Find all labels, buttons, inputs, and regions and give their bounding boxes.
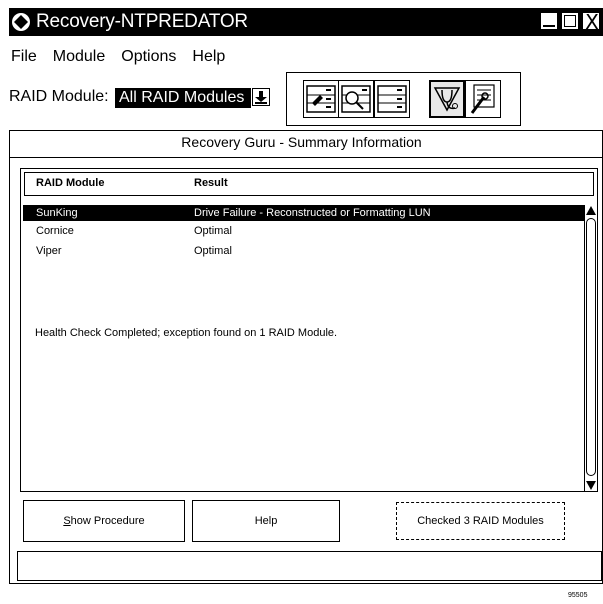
row-result: Drive Failure - Reconstructed or Formatt… bbox=[194, 207, 431, 219]
title-divider bbox=[9, 157, 603, 158]
menu-bar: File Module Options Help bbox=[9, 48, 227, 70]
checked-modules-button[interactable]: Checked 3 RAID Modules bbox=[396, 502, 565, 540]
column-header-raid-module: RAID Module bbox=[36, 177, 105, 189]
menu-module[interactable]: Module bbox=[51, 48, 107, 70]
summary-list: SunKing Drive Failure - Reconstructed or… bbox=[23, 205, 584, 489]
close-icon: X bbox=[585, 10, 599, 34]
table-row[interactable]: Cornice Optimal bbox=[23, 223, 584, 239]
raid-module-dropdown-button[interactable] bbox=[252, 88, 270, 106]
chevron-down-icon bbox=[255, 91, 267, 104]
status-bar bbox=[17, 551, 602, 581]
help-button[interactable]: Help bbox=[192, 500, 340, 542]
maintenance-icon bbox=[470, 84, 495, 114]
page-title: Recovery Guru - Summary Information bbox=[181, 134, 422, 150]
close-button[interactable]: X bbox=[582, 10, 600, 34]
recovery-icon bbox=[377, 85, 407, 113]
recovery-guru-button[interactable] bbox=[429, 80, 465, 118]
maintenance-button[interactable] bbox=[465, 80, 501, 118]
status-icon bbox=[341, 85, 371, 113]
column-header-result: Result bbox=[194, 177, 228, 189]
show-procedure-label: how Procedure bbox=[70, 515, 145, 527]
table-row[interactable]: SunKing Drive Failure - Reconstructed or… bbox=[23, 205, 584, 221]
show-procedure-mnemonic: S bbox=[63, 515, 71, 527]
row-module: Cornice bbox=[36, 225, 74, 237]
menu-help[interactable]: Help bbox=[190, 48, 227, 70]
raid-module-label: RAID Module: bbox=[9, 88, 109, 105]
window-title: Recovery-NTPREDATOR bbox=[36, 11, 248, 32]
row-result: Optimal bbox=[194, 225, 232, 237]
vertical-scrollbar[interactable] bbox=[584, 205, 597, 491]
scrollbar-track[interactable] bbox=[586, 218, 596, 476]
application-toolbar bbox=[286, 72, 521, 126]
row-module: Viper bbox=[36, 245, 62, 257]
maximize-button[interactable] bbox=[561, 12, 579, 30]
figure-id: 95505 bbox=[568, 592, 588, 599]
minimize-button[interactable] bbox=[540, 12, 558, 30]
scroll-up-icon[interactable] bbox=[585, 205, 597, 217]
help-button-label: Help bbox=[254, 515, 278, 527]
table-row[interactable]: Viper Optimal bbox=[23, 243, 584, 259]
configuration-icon bbox=[306, 85, 336, 113]
menu-file[interactable]: File bbox=[9, 48, 39, 70]
menu-options[interactable]: Options bbox=[119, 48, 178, 70]
checked-modules-label: Checked 3 RAID Modules bbox=[417, 515, 544, 527]
recovery-guru-icon bbox=[433, 87, 461, 112]
scroll-down-icon[interactable] bbox=[585, 479, 597, 491]
status-button[interactable] bbox=[338, 80, 374, 118]
configuration-button[interactable] bbox=[303, 80, 339, 118]
show-procedure-button[interactable]: Show Procedure bbox=[23, 500, 185, 542]
health-check-message: Health Check Completed; exception found … bbox=[35, 327, 338, 339]
table-header bbox=[24, 172, 594, 196]
raid-module-select[interactable]: All RAID Modules bbox=[115, 88, 251, 108]
app-icon[interactable] bbox=[11, 12, 31, 32]
row-result: Optimal bbox=[194, 245, 232, 257]
row-module: SunKing bbox=[36, 207, 78, 219]
recovery-button[interactable] bbox=[374, 80, 410, 118]
title-bar: Recovery-NTPREDATOR X bbox=[9, 8, 603, 36]
